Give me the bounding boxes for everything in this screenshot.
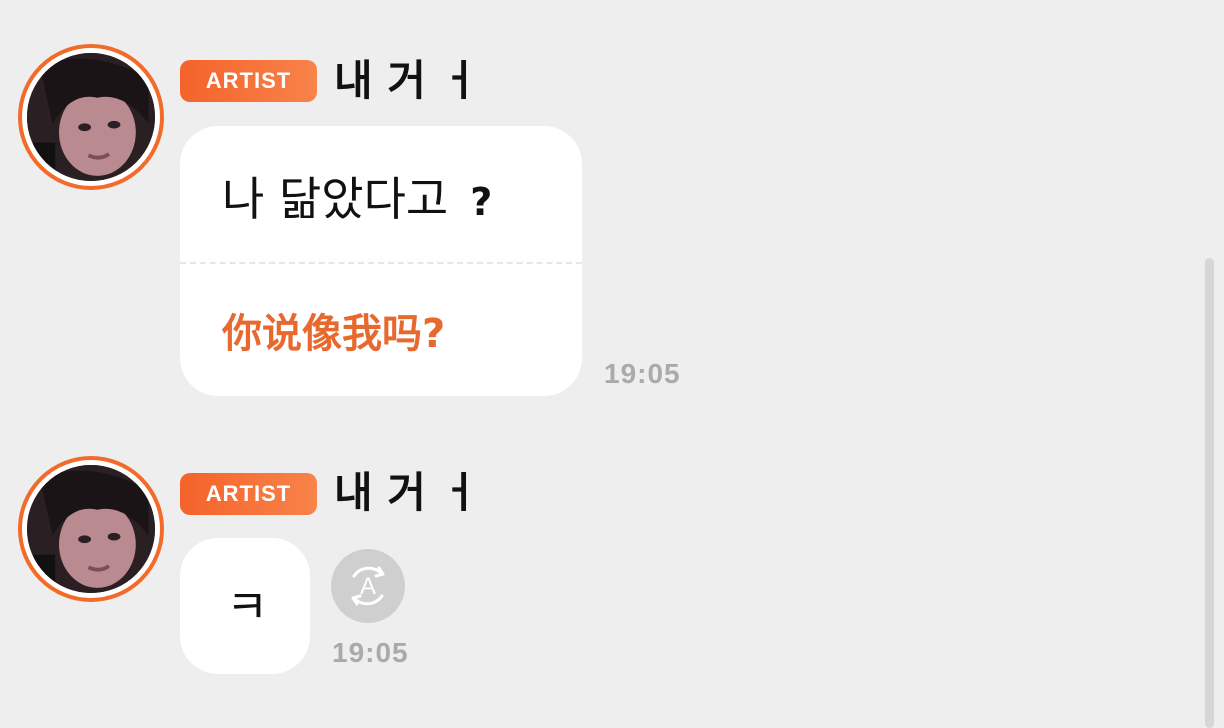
artist-avatar[interactable]	[18, 456, 164, 602]
avatar-portrait-icon	[27, 465, 155, 593]
original-text: ㅋ	[226, 580, 269, 634]
svg-text:A: A	[360, 573, 376, 600]
avatar-image	[27, 465, 155, 593]
message-timestamp: 19:05	[332, 637, 409, 668]
chat-message: ARTIST 내 거 ㅓ ㅋ A 19:05	[0, 0, 1200, 722]
scrollbar[interactable]	[1205, 258, 1214, 728]
translate-button[interactable]: A	[331, 549, 405, 623]
message-bubble[interactable]: ㅋ	[180, 538, 310, 674]
username[interactable]: 내 거 ㅓ	[334, 472, 479, 514]
translate-icon: A	[351, 566, 385, 606]
artist-badge: ARTIST	[180, 473, 317, 515]
